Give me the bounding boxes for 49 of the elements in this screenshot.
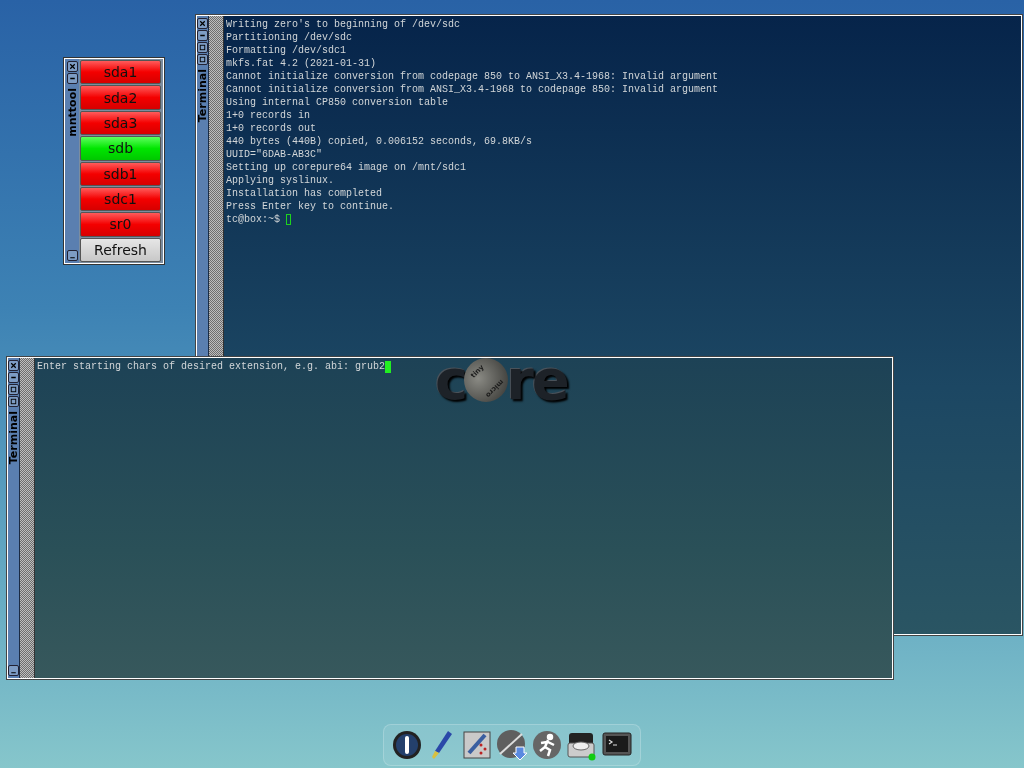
- window-title: Terminal: [196, 69, 209, 123]
- terminal-line: mkfs.fat 4.2 (2021-01-31): [226, 57, 377, 70]
- minimize-icon[interactable]: [8, 665, 19, 676]
- terminal-line: Installation has completed: [226, 187, 383, 200]
- terminal-line: Cannot initialize conversion from codepage 850 to ANSI_X3.4-1968: Invalid argument: [226, 70, 719, 83]
- maximize-icon[interactable]: [197, 54, 208, 65]
- maximize-icon[interactable]: [8, 396, 19, 407]
- terminal-line: Writing zero's to beginning of /dev/sdc: [226, 18, 461, 31]
- minimize-icon[interactable]: [66, 73, 78, 84]
- title-bar[interactable]: Terminal: [8, 358, 20, 678]
- close-icon[interactable]: [66, 61, 78, 72]
- device-button[interactable]: sdb: [80, 136, 161, 161]
- power-icon[interactable]: [391, 729, 423, 761]
- title-bar[interactable]: Terminal: [197, 16, 209, 356]
- device-button[interactable]: sda3: [80, 110, 161, 136]
- device-button[interactable]: sda2: [80, 85, 161, 110]
- screwdriver-icon[interactable]: [461, 729, 493, 761]
- scrollbar[interactable]: [20, 358, 35, 678]
- terminal-line: UUID="6DAB-AB3C": [226, 148, 322, 161]
- terminal-line: Enter starting chars of desired extension, e.g. abi: grub2: [37, 360, 386, 373]
- scrollbar[interactable]: [209, 16, 224, 356]
- terminal-line: 1+0 records out: [226, 122, 316, 135]
- terminal-line: Using internal CP850 conversion table: [226, 96, 449, 109]
- minimize-icon[interactable]: [8, 372, 19, 383]
- device-button[interactable]: sda1: [80, 60, 161, 85]
- device-button[interactable]: sdb1: [80, 161, 161, 186]
- terminal-line: Formatting /dev/sdc1: [226, 44, 347, 57]
- terminal-line: Partitioning /dev/sdc: [226, 31, 353, 44]
- close-icon[interactable]: [8, 360, 19, 371]
- title-bar[interactable]: mnttool: [65, 59, 79, 263]
- maximize-icon[interactable]: [197, 42, 208, 53]
- minimize-icon[interactable]: [66, 250, 78, 261]
- close-icon[interactable]: [197, 18, 208, 29]
- terminal-line: Applying syslinux.: [226, 174, 335, 187]
- terminal-line: 1+0 records in: [226, 109, 310, 122]
- minimize-icon[interactable]: [197, 30, 208, 41]
- terminal-line: 440 bytes (440B) copied, 0.006152 seconds, 69.8KB/s: [226, 135, 533, 148]
- window-title: Terminal: [7, 411, 20, 465]
- maximize-icon[interactable]: [8, 384, 19, 395]
- runner-icon[interactable]: [531, 729, 563, 761]
- terminal-line: Press Enter key to continue.: [226, 200, 395, 213]
- refresh-button[interactable]: Refresh: [80, 237, 161, 262]
- terminal-line: Cannot initialize conversion from ANSI_X3.4-1968 to codepage 850: Invalid argument: [226, 83, 719, 96]
- device-button[interactable]: sr0: [80, 212, 161, 237]
- device-button[interactable]: sdc1: [80, 186, 161, 212]
- terminal-line: Setting up corepure64 image on /mnt/sdc1: [226, 161, 467, 174]
- terminal-line: tc@box:~$: [226, 213, 281, 226]
- window-title: mnttool: [65, 88, 79, 137]
- download-icon[interactable]: [496, 729, 528, 761]
